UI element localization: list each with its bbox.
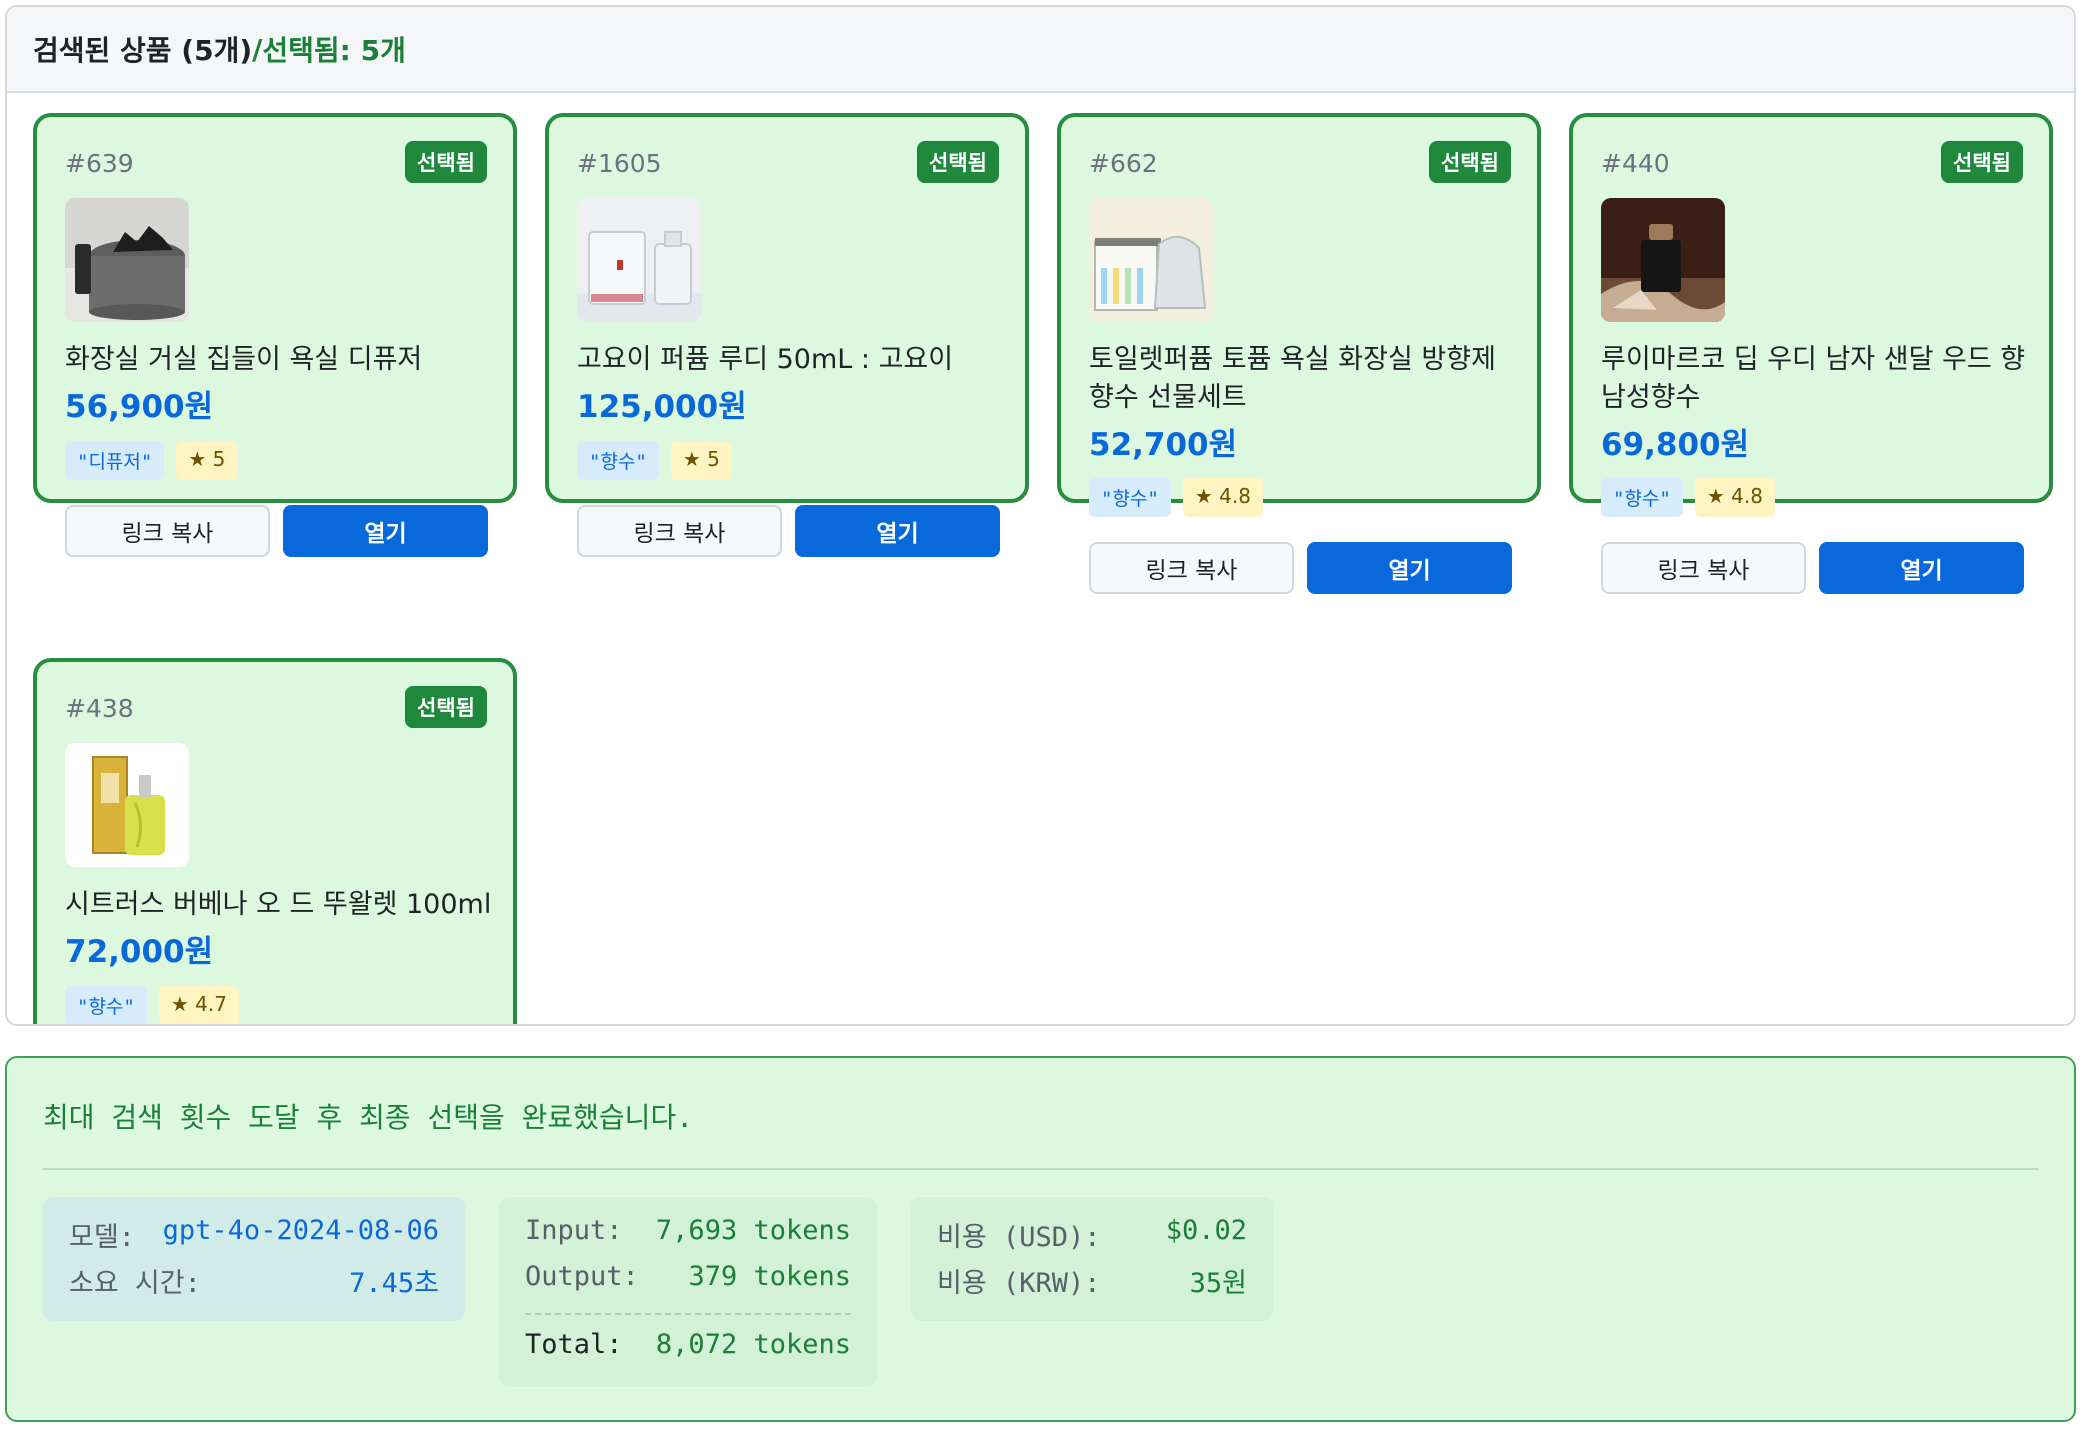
output-tokens: 379 tokens: [688, 1261, 851, 1292]
model-info-box: 모델: gpt-4o-2024-08-06 소요 시간: 7.45초: [43, 1197, 465, 1321]
category-tag: "향수": [577, 441, 659, 480]
product-title: 루이마르코 딥 우디 남자 샌달 우드 향 남성향수: [1601, 344, 2026, 413]
time-label: 소요 시간:: [69, 1268, 201, 1299]
product-price: 69,800원: [1601, 427, 1750, 463]
product-card[interactable]: #1605 선택됨 고요이 퍼퓸 루디 50mL : 고요이 125,000원 …: [545, 113, 1029, 557]
products-panel: 검색된 상품 (5개) / 선택됨: 5개 #639 선택됨 화장실 거실 집들…: [5, 5, 2076, 1026]
product-image: [65, 198, 189, 322]
selected-badge: 선택됨: [1429, 141, 1511, 183]
result-panel: 최대 검색 횟수 도달 후 최종 선택을 완료했습니다. 모델: gpt-4o-…: [5, 1056, 2076, 1422]
rating-tag: ★ 4.8: [1182, 478, 1263, 517]
copy-link-button[interactable]: 링크 복사: [1089, 542, 1294, 594]
product-tags: "향수" ★ 5: [577, 441, 732, 480]
product-card[interactable]: #662 선택됨 토일렛퍼퓸 토퓸 욕실 화장실 방향제 향수 선물세트 52,…: [1057, 113, 1541, 594]
selected-badge: 선택됨: [1941, 141, 2023, 183]
rating-tag: ★ 5: [670, 441, 732, 480]
category-tag: "디퓨저": [65, 441, 165, 480]
usd-cost: $0.02: [1165, 1215, 1247, 1246]
product-tags: "향수" ★ 4.8: [1089, 478, 1263, 517]
model-label: 모델:: [69, 1222, 135, 1253]
copy-link-button[interactable]: 링크 복사: [65, 505, 270, 557]
selected-badge: 선택됨: [917, 141, 999, 183]
selected-count: 선택됨: 5개: [262, 34, 406, 67]
product-id: #440: [1601, 149, 1670, 178]
input-label: Input:: [525, 1215, 623, 1246]
cost-box: 비용 (USD): $0.02 비용 (KRW): 35원: [911, 1197, 1273, 1321]
copy-link-button[interactable]: 링크 복사: [577, 505, 782, 557]
input-tokens: 7,693 tokens: [655, 1215, 851, 1246]
category-tag: "향수": [1089, 478, 1171, 517]
total-label: Total:: [525, 1329, 623, 1360]
product-image: [65, 743, 189, 867]
divider: [43, 1168, 2038, 1170]
product-card[interactable]: #438 선택됨 시트러스 버베나 오 드 뚜왈렛 100ml 72,000원 …: [33, 658, 517, 1024]
product-title: 화장실 거실 집들이 욕실 디퓨저: [65, 344, 423, 375]
rating-tag: ★ 4.7: [158, 986, 239, 1024]
product-tags: "향수" ★ 4.8: [1601, 478, 1775, 517]
product-price: 52,700원: [1089, 427, 1238, 463]
time-value: 7.45초: [349, 1268, 439, 1299]
product-image: [1089, 198, 1213, 322]
selected-badge: 선택됨: [405, 141, 487, 183]
results-count: 검색된 상품 (5개): [33, 34, 253, 67]
model-value: gpt-4o-2024-08-06: [162, 1215, 439, 1246]
krw-cost: 35원: [1189, 1268, 1247, 1299]
header-slash: /: [252, 32, 263, 66]
copy-link-button[interactable]: 링크 복사: [1601, 542, 1806, 594]
product-card[interactable]: #440 선택됨 루이마르코 딥 우디 남자 샌달 우드 향 남성향수 69,8…: [1569, 113, 2053, 594]
product-price: 56,900원: [65, 389, 214, 425]
product-image: [577, 198, 701, 322]
product-card[interactable]: #639 선택됨 화장실 거실 집들이 욕실 디퓨저 56,900원 "디퓨저"…: [33, 113, 517, 557]
panel-header: 검색된 상품 (5개) / 선택됨: 5개: [7, 7, 2074, 93]
total-tokens: 8,072 tokens: [655, 1329, 851, 1360]
product-title: 고요이 퍼퓸 루디 50mL : 고요이: [577, 344, 954, 375]
rating-tag: ★ 4.8: [1694, 478, 1775, 517]
product-tags: "디퓨저" ★ 5: [65, 441, 238, 480]
product-title: 토일렛퍼퓸 토퓸 욕실 화장실 방향제 향수 선물세트: [1089, 344, 1496, 413]
token-usage-box: Input: 7,693 tokens Output: 379 tokens T…: [499, 1197, 877, 1387]
product-id: #662: [1089, 149, 1158, 178]
product-tags: "향수" ★ 4.7: [65, 986, 239, 1024]
product-image: [1601, 198, 1725, 322]
product-id: #1605: [577, 149, 662, 178]
product-title: 시트러스 버베나 오 드 뚜왈렛 100ml: [65, 889, 492, 920]
open-button[interactable]: 열기: [795, 505, 1000, 557]
product-price: 72,000원: [65, 934, 214, 970]
token-separator: [525, 1313, 851, 1315]
open-button[interactable]: 열기: [283, 505, 488, 557]
open-button[interactable]: 열기: [1307, 542, 1512, 594]
category-tag: "향수": [1601, 478, 1683, 517]
open-button[interactable]: 열기: [1819, 542, 2024, 594]
category-tag: "향수": [65, 986, 147, 1024]
krw-label: 비용 (KRW):: [937, 1268, 1101, 1299]
product-id: #438: [65, 694, 134, 723]
rating-tag: ★ 5: [176, 441, 238, 480]
usd-label: 비용 (USD):: [937, 1222, 1101, 1253]
output-label: Output:: [525, 1261, 639, 1292]
product-id: #639: [65, 149, 134, 178]
selected-badge: 선택됨: [405, 686, 487, 728]
completion-message: 최대 검색 횟수 도달 후 최종 선택을 완료했습니다.: [43, 1101, 694, 1134]
product-price: 125,000원: [577, 389, 747, 425]
